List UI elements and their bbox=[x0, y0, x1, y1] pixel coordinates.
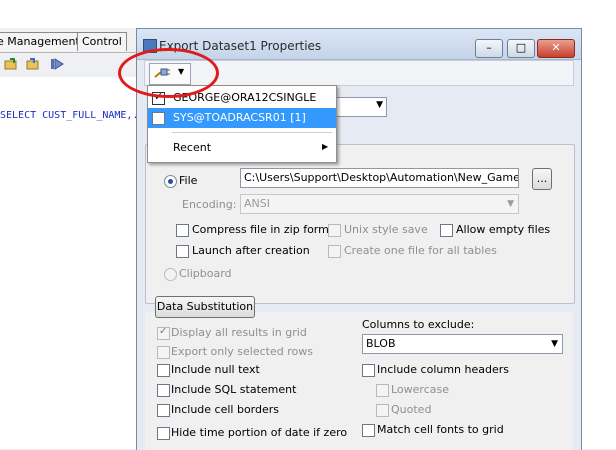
menu-item-recent[interactable]: Recent ▶ bbox=[148, 138, 336, 158]
tab-management[interactable]: e Management bbox=[0, 32, 81, 51]
include-sql-label: Include SQL statement bbox=[171, 383, 297, 396]
close-button[interactable]: ✕ bbox=[537, 39, 575, 58]
chevron-down-icon: ▼ bbox=[507, 199, 514, 209]
background-toolbar bbox=[0, 52, 136, 78]
hide-time-label: Hide time portion of date if zero bbox=[171, 426, 348, 439]
sql-text: SELECT CUST_FULL_NAME,. bbox=[0, 110, 139, 121]
lowercase-checkbox[interactable] bbox=[376, 384, 389, 397]
unix-style-label: Unix style save bbox=[344, 223, 428, 236]
include-borders-label: Include cell borders bbox=[171, 403, 280, 416]
menu-separator bbox=[172, 132, 332, 133]
launch-label: Launch after creation bbox=[192, 244, 310, 257]
match-fonts-label: Match cell fonts to grid bbox=[377, 423, 504, 436]
clipboard-label: Clipboard bbox=[179, 267, 232, 280]
match-fonts-checkbox[interactable] bbox=[362, 424, 375, 437]
browse-button[interactable]: ... bbox=[532, 168, 552, 190]
include-headers-checkbox[interactable] bbox=[362, 364, 375, 377]
allow-empty-label: Allow empty files bbox=[456, 223, 551, 236]
display-all-label: Display all results in grid bbox=[171, 326, 307, 339]
minimize-button[interactable]: – bbox=[475, 39, 503, 58]
quoted-checkbox[interactable] bbox=[376, 404, 389, 417]
right-background bbox=[580, 28, 616, 449]
format-combo[interactable]: ▼ bbox=[333, 97, 387, 117]
include-null-label: Include null text bbox=[171, 363, 260, 376]
play-icon[interactable] bbox=[50, 57, 64, 71]
chevron-down-icon: ▼ bbox=[376, 100, 383, 110]
data-substitution-button[interactable]: Data Substitution bbox=[155, 296, 255, 318]
allow-empty-checkbox[interactable] bbox=[440, 224, 453, 237]
unix-style-checkbox[interactable] bbox=[328, 224, 341, 237]
columns-exclude-value: BLOB bbox=[366, 337, 396, 350]
output-group: File C:\Users\Support\Desktop\Automation… bbox=[145, 144, 575, 304]
menu-item-label: Recent bbox=[173, 141, 212, 154]
include-null-checkbox[interactable] bbox=[157, 364, 170, 377]
file-label: File bbox=[179, 174, 198, 187]
lowercase-label: Lowercase bbox=[391, 383, 449, 396]
encoding-value: ANSI bbox=[244, 197, 270, 210]
file-radio[interactable] bbox=[164, 175, 177, 188]
display-all-checkbox[interactable] bbox=[157, 326, 170, 340]
compress-label: Compress file in zip format bbox=[192, 223, 340, 236]
launch-checkbox[interactable] bbox=[176, 245, 189, 258]
maximize-button[interactable]: □ bbox=[507, 39, 535, 58]
file-path-input[interactable]: C:\Users\Support\Desktop\Automation\New_… bbox=[240, 168, 519, 188]
compress-checkbox[interactable] bbox=[176, 224, 189, 237]
annotation-circle bbox=[118, 48, 219, 98]
chevron-right-icon: ▶ bbox=[322, 142, 329, 151]
menu-item-sys-connection[interactable]: SYS@TOADRACSR01 [1] bbox=[148, 108, 336, 128]
chevron-down-icon: ▼ bbox=[551, 339, 558, 349]
one-file-label: Create one file for all tables bbox=[344, 244, 497, 257]
quoted-label: Quoted bbox=[391, 403, 432, 416]
export-selected-label: Export only selected rows bbox=[171, 345, 313, 358]
one-file-checkbox[interactable] bbox=[328, 245, 341, 258]
columns-exclude-label: Columns to exclude: bbox=[362, 318, 475, 331]
clipboard-radio[interactable] bbox=[164, 268, 177, 281]
folder-arrow-icon[interactable] bbox=[26, 57, 40, 71]
sql-editor[interactable] bbox=[0, 77, 136, 449]
hide-time-checkbox[interactable] bbox=[157, 427, 170, 440]
encoding-select[interactable]: ANSI ▼ bbox=[240, 194, 519, 214]
include-sql-checkbox[interactable] bbox=[157, 384, 170, 397]
menu-item-label: SYS@TOADRACSR01 [1] bbox=[173, 111, 306, 124]
columns-exclude-select[interactable]: BLOB ▼ bbox=[362, 334, 563, 354]
options-section: Data Substitution Display all results in… bbox=[145, 296, 573, 450]
encoding-label: Encoding: bbox=[182, 198, 237, 211]
tab-control[interactable]: Control bbox=[77, 32, 127, 51]
include-borders-checkbox[interactable] bbox=[157, 404, 170, 417]
checkbox-icon bbox=[152, 112, 165, 125]
export-selected-checkbox[interactable] bbox=[157, 346, 170, 359]
app-top-area bbox=[0, 0, 616, 28]
folder-arrow-icon[interactable] bbox=[4, 57, 18, 71]
include-headers-label: Include column headers bbox=[377, 363, 510, 376]
